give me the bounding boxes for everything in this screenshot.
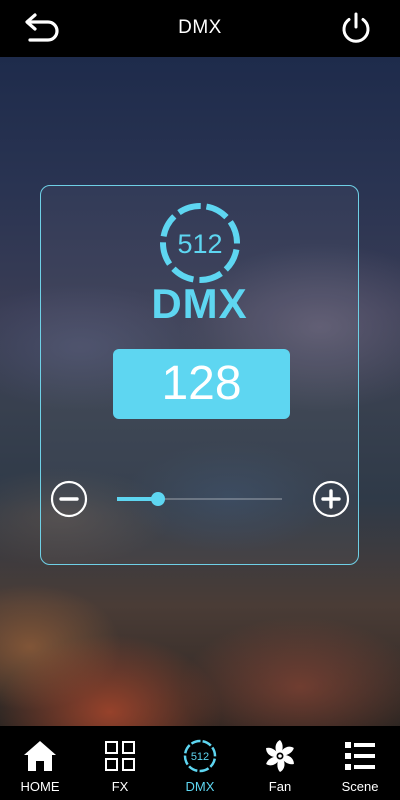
- top-bar: DMX: [0, 0, 400, 57]
- nav-dmx-icon-text: 512: [191, 751, 209, 763]
- dmx-value-display: 128: [113, 349, 290, 419]
- grid-icon: [105, 741, 135, 771]
- decrease-button[interactable]: [49, 479, 89, 519]
- increase-button[interactable]: [311, 479, 351, 519]
- power-icon: [342, 12, 370, 43]
- nav-item-dmx[interactable]: 512 DMX: [160, 726, 240, 800]
- nav-label-fan: Fan: [268, 779, 292, 794]
- plus-circle-icon: [312, 480, 350, 518]
- bottom-nav: HOME FX 512 DMX Fan Scene: [0, 726, 400, 800]
- mode-icon-text: 512: [177, 229, 222, 259]
- dmx-512-icon: 512: [183, 739, 217, 773]
- nav-label-dmx: DMX: [185, 779, 215, 794]
- nav-item-fan[interactable]: Fan: [240, 726, 320, 800]
- nav-item-scene[interactable]: Scene: [320, 726, 400, 800]
- nav-label-fx: FX: [111, 779, 129, 794]
- dmx-panel: 512 DMX 128: [40, 185, 359, 565]
- power-button[interactable]: [338, 10, 374, 46]
- home-icon: [24, 741, 56, 771]
- nav-label-scene: Scene: [341, 779, 379, 794]
- nav-label-home: HOME: [20, 779, 60, 794]
- fan-icon: [266, 740, 294, 772]
- minus-circle-icon: [50, 480, 88, 518]
- list-icon: [345, 742, 375, 770]
- slider-thumb[interactable]: [151, 492, 166, 506]
- nav-item-home[interactable]: HOME: [0, 726, 80, 800]
- dmx-512-icon: 512: [160, 203, 240, 283]
- mode-title: DMX: [151, 280, 248, 327]
- nav-item-fx[interactable]: FX: [80, 726, 160, 800]
- value-slider[interactable]: [117, 490, 282, 508]
